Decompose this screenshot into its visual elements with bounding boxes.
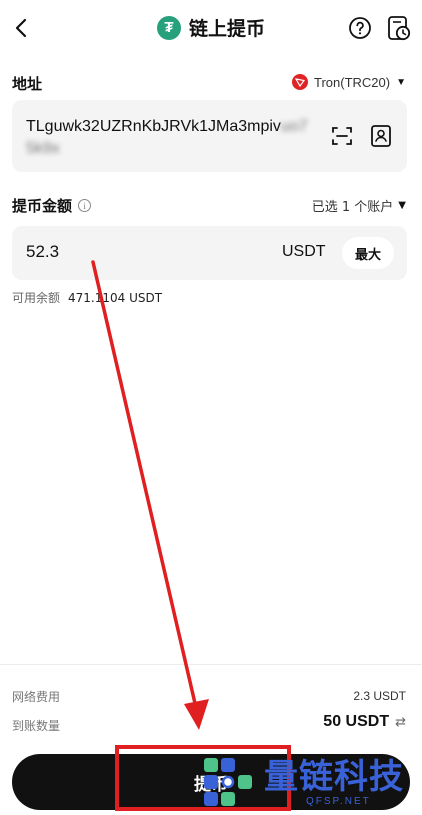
header: ₮ 链上提币 xyxy=(0,0,422,56)
address-visible: TLguwk32UZRnKbJRVk1JMa3mpiv xyxy=(26,118,281,135)
info-icon[interactable]: i xyxy=(78,199,92,212)
address-label: 地址 xyxy=(12,75,43,93)
network-label: Tron(TRC20) xyxy=(314,74,391,90)
history-icon[interactable] xyxy=(386,14,412,42)
accounts-label: 已选 1 个账户 xyxy=(311,200,394,215)
tether-icon: ₮ xyxy=(156,15,181,40)
fee-value: 2.3 USDT xyxy=(353,689,406,703)
available-balance: 可用余额 471.1104 USDT xyxy=(12,289,162,306)
receive-value: 50 USDT xyxy=(323,713,390,730)
amount-label-row: 提币金额 i xyxy=(12,195,92,216)
address-value: TLguwk32UZRnKbJRVk1JMa3mpivuo75k9x xyxy=(26,116,316,160)
withdraw-button[interactable]: 提币 xyxy=(12,754,410,810)
available-label: 可用余额 xyxy=(12,291,61,305)
amount-value: 52.3 xyxy=(26,242,60,261)
tron-icon xyxy=(292,74,308,90)
caret-down-icon: ▼ xyxy=(398,200,406,211)
scan-icon[interactable] xyxy=(330,124,354,148)
network-selector[interactable]: Tron(TRC20) ▼ xyxy=(292,74,406,90)
amount-label: 提币金额 xyxy=(12,197,73,215)
receive-amount: 50 USDT ⇄ xyxy=(323,713,406,731)
amount-input[interactable]: 52.3 USDT 最大 xyxy=(12,226,407,280)
max-button[interactable]: 最大 xyxy=(342,237,394,269)
receive-label: 到账数量 xyxy=(12,719,61,733)
swap-icon[interactable]: ⇄ xyxy=(395,714,406,730)
address-input[interactable]: TLguwk32UZRnKbJRVk1JMa3mpivuo75k9x xyxy=(12,100,407,172)
question-circle-icon[interactable] xyxy=(348,16,372,40)
available-value: 471.1104 USDT xyxy=(68,291,163,305)
amount-unit: USDT xyxy=(282,243,326,260)
caret-down-icon: ▼ xyxy=(396,76,406,88)
fee-label: 网络费用 xyxy=(12,690,61,704)
address-book-icon[interactable] xyxy=(368,123,394,149)
accounts-selector[interactable]: 已选 1 个账户 ▼ xyxy=(312,196,406,215)
page-title: 链上提币 xyxy=(188,18,265,40)
